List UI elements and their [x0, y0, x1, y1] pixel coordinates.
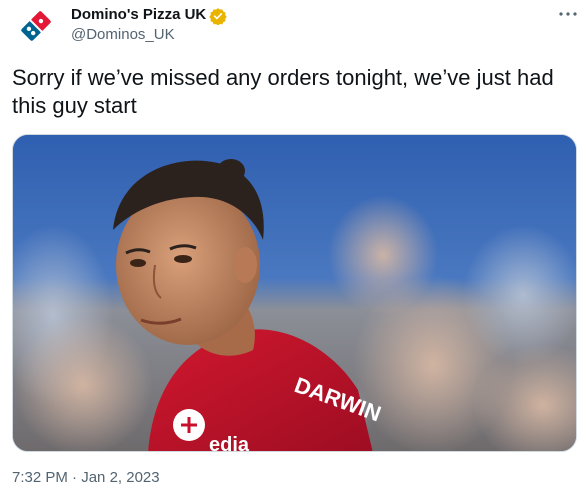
display-name[interactable]: Domino's Pizza UK: [71, 6, 206, 23]
avatar[interactable]: [14, 4, 58, 48]
handle[interactable]: @Dominos_UK: [71, 26, 175, 43]
tweet-time[interactable]: 7:32 PM: [12, 469, 68, 486]
tweet-card: Domino's Pizza UK @Dominos_UK Sorry if w…: [0, 0, 587, 491]
sponsor-text: edia: [209, 434, 250, 452]
photo-illustration: edia DARWIN: [13, 135, 576, 452]
tweet-date[interactable]: Jan 2, 2023: [81, 469, 159, 486]
more-options-icon[interactable]: [556, 2, 580, 26]
tweet-text: Sorry if we’ve missed any orders tonight…: [12, 65, 554, 118]
dominos-logo-icon: [21, 11, 51, 41]
timestamp-separator: ·: [67, 469, 82, 486]
verified-badge-icon: [209, 8, 227, 25]
tweet-media-photo[interactable]: edia DARWIN: [12, 134, 577, 452]
tweet-timestamp: 7:32 PM · Jan 2, 2023: [12, 469, 160, 486]
